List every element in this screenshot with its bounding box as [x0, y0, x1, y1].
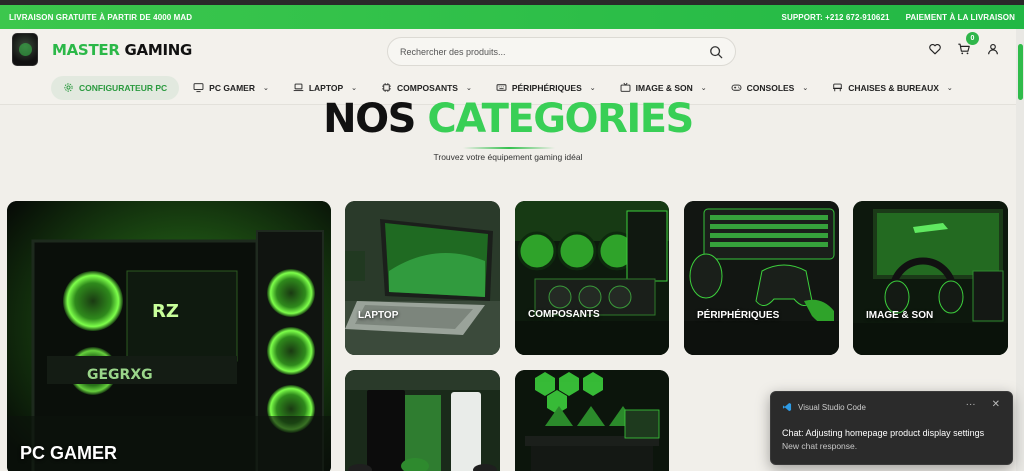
section-title: NOS CATEGORIES — [0, 96, 1016, 142]
chevron-down-icon: ⌄ — [946, 84, 953, 92]
chevron-down-icon: ⌄ — [262, 84, 269, 92]
title-underline — [463, 147, 555, 149]
category-label: IMAGE & SON — [866, 310, 934, 321]
gear-icon — [64, 83, 73, 92]
category-card-consoles[interactable] — [345, 370, 500, 471]
logo-text-dark: GAMING — [124, 41, 193, 59]
search-icon[interactable] — [709, 45, 723, 59]
toast-subtext: New chat response. — [782, 441, 858, 451]
cpu-icon — [382, 83, 392, 92]
payment-info-text: PAIEMENT À LA LIVRAISON — [905, 12, 1015, 22]
svg-text:RZ: RZ — [152, 301, 179, 322]
search-input[interactable] — [400, 46, 700, 57]
peripheriques-image — [684, 201, 839, 355]
toast-message: Chat: Adjusting homepage product display… — [782, 428, 985, 438]
category-card-image-son[interactable]: IMAGE & SON — [853, 201, 1008, 355]
category-card-composants[interactable]: COMPOSANTS — [515, 201, 669, 355]
support-phone-link[interactable]: SUPPORT: +212 672-910621 — [782, 13, 890, 22]
site-logo[interactable]: MASTER GAMING — [52, 41, 192, 59]
chaises-bureaux-image — [515, 370, 669, 471]
category-label: LAPTOP — [358, 310, 399, 321]
category-label: PÉRIPHÉRIQUES — [697, 310, 780, 321]
composants-image — [515, 201, 669, 355]
nav-label: PC GAMER — [209, 82, 255, 93]
nav-label: CONSOLES — [746, 82, 795, 93]
scrollbar-thumb[interactable] — [1018, 44, 1023, 100]
account-user-icon[interactable] — [986, 42, 1000, 56]
category-card-peripheriques[interactable]: PÉRIPHÉRIQUES — [684, 201, 839, 355]
category-card-chaises-bureaux[interactable] — [515, 370, 669, 471]
gamepad-icon — [731, 84, 742, 91]
category-card-pc-gamer[interactable]: RZ GEGRXG PC GAMER — [7, 201, 331, 471]
cart-count-badge: 0 — [966, 32, 979, 45]
wishlist-heart-icon[interactable] — [928, 42, 942, 56]
tv-icon — [620, 82, 631, 92]
pc-gamer-image: RZ GEGRXG — [7, 201, 331, 471]
chair-icon — [833, 83, 843, 92]
keyboard-icon — [496, 84, 507, 91]
promo-bar: LIVRAISON GRATUITE À PARTIR DE 4000 MAD … — [0, 5, 1024, 29]
nav-label: IMAGE & SON — [635, 82, 693, 93]
monitor-icon — [193, 83, 204, 93]
laptop-icon — [293, 83, 304, 92]
svg-text:GEGRXG: GEGRXG — [87, 367, 153, 383]
nav-label: CONFIGURATEUR PC — [79, 82, 168, 93]
nav-label: PÉRIPHÉRIQUES — [511, 82, 582, 93]
chevron-down-icon: ⌄ — [465, 84, 472, 92]
vscode-icon — [782, 402, 792, 412]
toast-more-options-icon[interactable]: ··· — [966, 399, 976, 410]
nav-label: LAPTOP — [308, 82, 344, 93]
title-green-part: CATEGORIES — [427, 96, 694, 142]
logo-badge-icon[interactable] — [12, 33, 38, 66]
title-dark-part: NOS — [323, 96, 416, 142]
image-son-image — [853, 201, 1008, 355]
nav-label: CHAISES & BUREAUX — [848, 82, 939, 93]
toast-close-icon[interactable]: ✕ — [992, 399, 1000, 410]
vscode-notification-toast[interactable]: Visual Studio Code ··· ✕ Chat: Adjusting… — [770, 391, 1013, 465]
chevron-down-icon: ⌄ — [700, 84, 707, 92]
chevron-down-icon: ⌄ — [351, 84, 358, 92]
search-box — [387, 37, 736, 66]
consoles-image — [345, 370, 500, 471]
nav-label: COMPOSANTS — [397, 82, 458, 93]
toast-app-name: Visual Studio Code — [798, 402, 866, 412]
free-shipping-text: LIVRAISON GRATUITE À PARTIR DE 4000 MAD — [9, 12, 193, 22]
logo-text-green: MASTER — [52, 41, 120, 59]
category-label: PC GAMER — [20, 443, 118, 463]
category-card-laptop[interactable]: LAPTOP — [345, 201, 500, 355]
cart-button[interactable]: 0 — [957, 32, 979, 56]
category-label: COMPOSANTS — [528, 309, 600, 320]
section-subtitle: Trouvez votre équipement gaming idéal — [433, 152, 583, 162]
chevron-down-icon: ⌄ — [589, 84, 596, 92]
laptop-image — [345, 201, 500, 355]
site-header: MASTER GAMING 0 — [0, 29, 1016, 71]
chevron-down-icon: ⌄ — [802, 84, 809, 92]
